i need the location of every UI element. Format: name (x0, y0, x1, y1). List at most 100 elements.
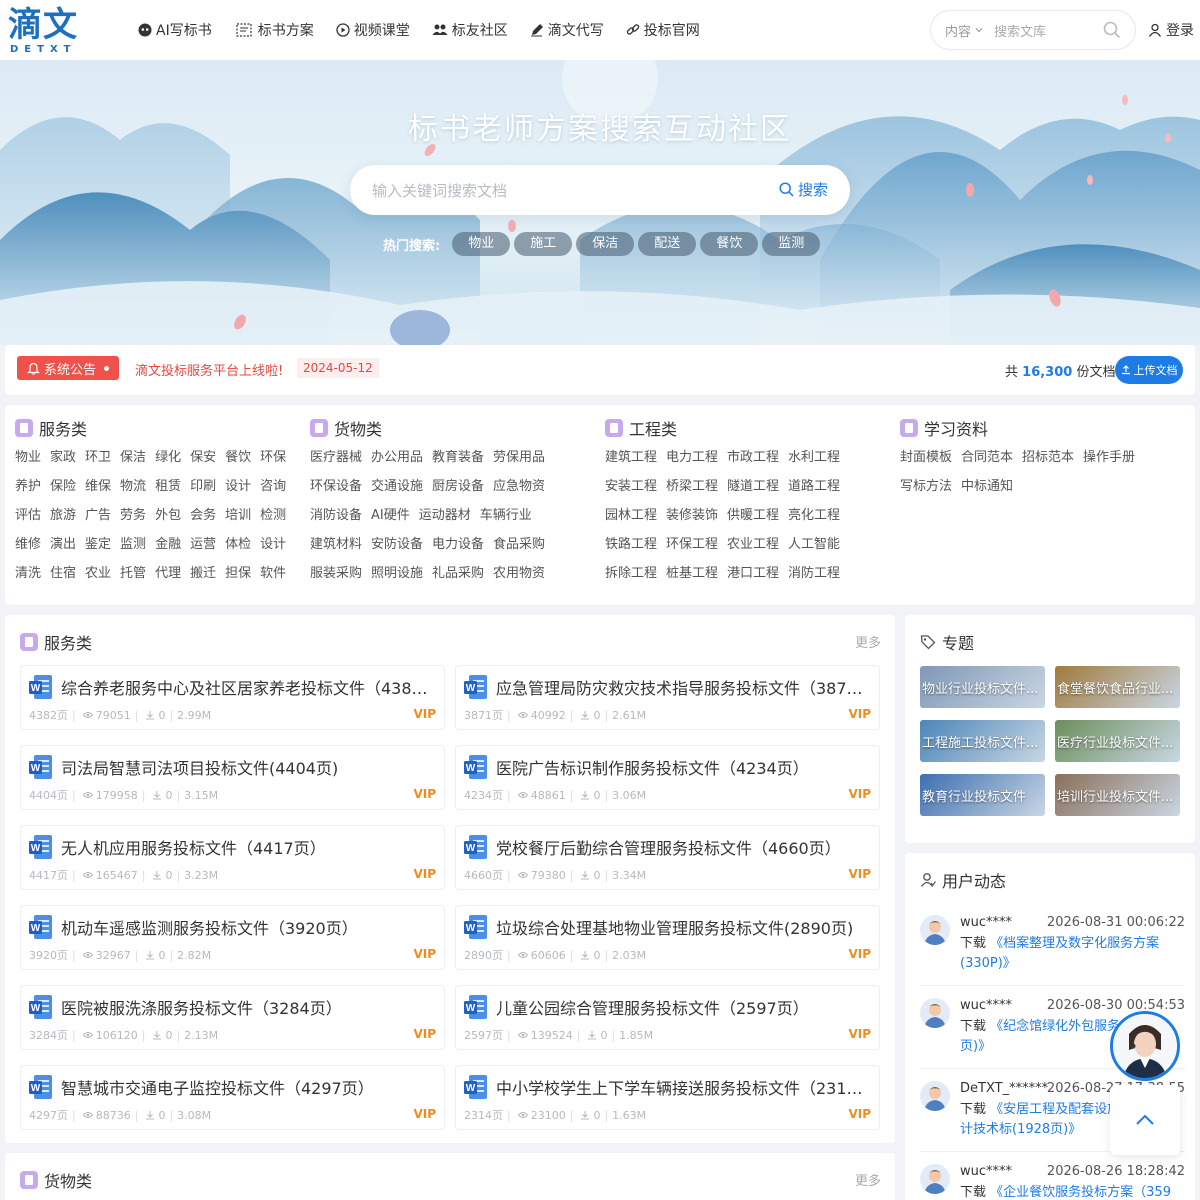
category-link[interactable]: 合同范本 (961, 443, 1013, 472)
topic-card[interactable]: 工程施工投标文件... (920, 720, 1045, 762)
category-link[interactable]: 环保 (260, 443, 286, 472)
hot-tag[interactable]: 监测 (762, 232, 821, 256)
category-link[interactable]: 环保工程 (666, 530, 718, 559)
category-link[interactable]: 招标范本 (1022, 443, 1074, 472)
category-link[interactable]: 市政工程 (727, 443, 779, 472)
topic-card[interactable]: 医疗行业投标文件... (1055, 720, 1180, 762)
more-link[interactable]: 更多 (855, 1170, 881, 1189)
category-link[interactable]: 写标方法 (900, 472, 952, 501)
category-link[interactable]: 拆除工程 (605, 559, 657, 588)
category-link[interactable]: 农用物资 (493, 559, 545, 588)
category-link[interactable]: 服装采购 (310, 559, 362, 588)
nav-bid-plans[interactable]: 标书方案 (234, 18, 314, 42)
top-search-box[interactable]: 内容 搜索文库 (930, 10, 1136, 50)
hero-search-button[interactable]: 搜索 (779, 179, 828, 200)
category-link[interactable]: 设计 (260, 530, 286, 559)
doc-title[interactable]: 司法局智慧司法项目投标文件(4404页) (61, 755, 431, 779)
category-link[interactable]: 印刷 (190, 472, 216, 501)
doc-card[interactable]: W 医院被服洗涤服务投标文件（3284页） 3284页 | 106120 | 0 | 2.13M… (20, 985, 445, 1050)
doc-title[interactable]: 医院广告标识制作服务投标文件（4234页） (496, 755, 866, 779)
hot-tag[interactable]: 施工 (514, 232, 573, 256)
category-link[interactable]: 铁路工程 (605, 530, 657, 559)
doc-title[interactable]: 应急管理局防灾救灾技术指导服务投标文件（3871页） (496, 675, 866, 699)
doc-title[interactable]: 无人机应用服务投标文件（4417页） (61, 835, 431, 859)
category-link[interactable]: 金融 (155, 530, 181, 559)
category-link[interactable]: 餐饮 (225, 443, 251, 472)
login-link[interactable]: 登录 (1148, 20, 1194, 40)
doc-title[interactable]: 儿童公园综合管理服务投标文件（2597页） (496, 995, 866, 1019)
category-link[interactable]: 搬迁 (190, 559, 216, 588)
category-link[interactable]: 供暖工程 (727, 501, 779, 530)
doc-title[interactable]: 党校餐厅后勤综合管理服务投标文件（4660页） (496, 835, 866, 859)
category-link[interactable]: 代理 (155, 559, 181, 588)
category-link[interactable]: 监测 (120, 530, 146, 559)
category-link[interactable]: 养护 (15, 472, 41, 501)
category-link[interactable]: 旅游 (50, 501, 76, 530)
category-link[interactable]: 运动器材 (419, 501, 471, 530)
category-link[interactable]: 照明设施 (371, 559, 423, 588)
category-link[interactable]: 设计 (225, 472, 251, 501)
doc-card[interactable]: W 无人机应用服务投标文件（4417页） 4417页 | 165467 | 0 | 3.23M V… (20, 825, 445, 890)
doc-card[interactable]: W 垃圾综合处理基地物业管理服务投标文件(2890页) 2890页 | 60606 | 0 |… (455, 905, 880, 970)
customer-service-avatar[interactable] (1110, 1011, 1180, 1081)
category-link[interactable]: 劳保用品 (493, 443, 545, 472)
category-link[interactable]: 演出 (50, 530, 76, 559)
category-link[interactable]: 应急物资 (493, 472, 545, 501)
nav-ai-write[interactable]: AI写标书 (138, 18, 212, 42)
category-link[interactable]: 家政 (50, 443, 76, 472)
category-link[interactable]: 住宿 (50, 559, 76, 588)
category-link[interactable]: AI硬件 (371, 501, 410, 530)
category-link[interactable]: 教育装备 (432, 443, 484, 472)
category-link[interactable]: 隧道工程 (727, 472, 779, 501)
category-link[interactable]: 农业工程 (727, 530, 779, 559)
category-link[interactable]: 桥梁工程 (666, 472, 718, 501)
search-icon[interactable] (1103, 21, 1121, 39)
doc-card[interactable]: W 应急管理局防灾救灾技术指导服务投标文件（3871页） 3871页 | 40992 | 0… (455, 665, 880, 730)
category-link[interactable]: 运营 (190, 530, 216, 559)
doc-title[interactable]: 垃圾综合处理基地物业管理服务投标文件(2890页) (496, 915, 866, 939)
category-link[interactable]: 人工智能 (788, 530, 840, 559)
nav-community[interactable]: 标友社区 (432, 18, 508, 42)
category-link[interactable]: 消防设备 (310, 501, 362, 530)
category-link[interactable]: 中标通知 (961, 472, 1013, 501)
nav-video-class[interactable]: 视频课堂 (336, 18, 410, 42)
category-link[interactable]: 医疗器械 (310, 443, 362, 472)
category-link[interactable]: 担保 (225, 559, 251, 588)
category-link[interactable]: 托管 (120, 559, 146, 588)
hot-tag[interactable]: 保洁 (576, 232, 635, 256)
category-link[interactable]: 桩基工程 (666, 559, 718, 588)
category-link[interactable]: 清洗 (15, 559, 41, 588)
category-link[interactable]: 交通设施 (371, 472, 423, 501)
topic-card[interactable]: 培训行业投标文件... (1055, 774, 1180, 816)
doc-title[interactable]: 综合养老服务中心及社区居家养老投标文件（4382页） (61, 675, 431, 699)
category-link[interactable]: 物业 (15, 443, 41, 472)
category-link[interactable]: 道路工程 (788, 472, 840, 501)
category-link[interactable]: 安防设备 (371, 530, 423, 559)
category-link[interactable]: 园林工程 (605, 501, 657, 530)
nav-official-site[interactable]: 投标官网 (626, 18, 700, 42)
topic-card[interactable]: 物业行业投标文件... (920, 666, 1045, 708)
doc-title[interactable]: 机动车遥感监测服务投标文件（3920页） (61, 915, 431, 939)
hot-tag[interactable]: 物业 (452, 232, 511, 256)
category-link[interactable]: 消防工程 (788, 559, 840, 588)
category-link[interactable]: 租赁 (155, 472, 181, 501)
hot-tag[interactable]: 配送 (638, 232, 697, 256)
category-link[interactable]: 检测 (260, 501, 286, 530)
category-link[interactable]: 农业 (85, 559, 111, 588)
category-link[interactable]: 会务 (190, 501, 216, 530)
category-link[interactable]: 绿化 (155, 443, 181, 472)
category-link[interactable]: 港口工程 (727, 559, 779, 588)
category-link[interactable]: 电力设备 (432, 530, 484, 559)
category-link[interactable]: 环卫 (85, 443, 111, 472)
doc-card[interactable]: W 机动车遥感监测服务投标文件（3920页） 3920页 | 32967 | 0 | 2.82M… (20, 905, 445, 970)
doc-card[interactable]: W 医院广告标识制作服务投标文件（4234页） 4234页 | 48861 | 0 | 3.06… (455, 745, 880, 810)
upload-button[interactable]: 上传文档 (1115, 356, 1183, 384)
category-link[interactable]: 物流 (120, 472, 146, 501)
category-link[interactable]: 维修 (15, 530, 41, 559)
doc-card[interactable]: W 智慧城市交通电子监控投标文件（4297页） 4297页 | 88736 | 0 | 3.08… (20, 1065, 445, 1130)
doc-title[interactable]: 医院被服洗涤服务投标文件（3284页） (61, 995, 431, 1019)
activity-doc-link[interactable]: 《企业餐饮服务投标方案（359 (990, 1185, 1171, 1200)
category-link[interactable]: 环保设备 (310, 472, 362, 501)
doc-card[interactable]: W 司法局智慧司法项目投标文件(4404页) 4404页 | 179958 | 0 | 3.15… (20, 745, 445, 810)
doc-card[interactable]: W 中小学校学生上下学车辆接送服务投标文件（2314页） 2314页 | 23100 | 0… (455, 1065, 880, 1130)
